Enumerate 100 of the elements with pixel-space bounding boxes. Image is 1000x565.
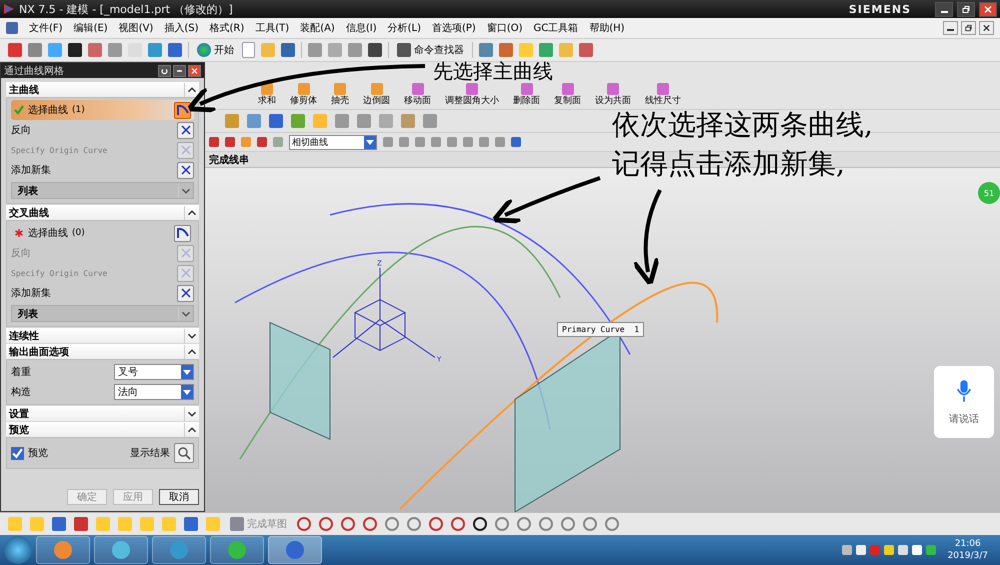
toolbar-icon[interactable] bbox=[74, 517, 88, 531]
toolbar-icon[interactable] bbox=[499, 43, 513, 57]
close-button[interactable] bbox=[979, 2, 997, 16]
menu-item[interactable]: 分析(L) bbox=[388, 21, 421, 35]
toolbar-icon[interactable] bbox=[539, 43, 553, 57]
tray-icon[interactable] bbox=[912, 545, 922, 555]
ribbon-button[interactable]: 复制面 bbox=[551, 83, 584, 106]
dialog-button[interactable]: 取消 bbox=[159, 489, 199, 505]
close-button[interactable] bbox=[188, 64, 201, 76]
list-toggle[interactable]: 列表 bbox=[11, 305, 194, 322]
sketch-tool-icon[interactable] bbox=[473, 517, 487, 531]
toolbar-icon[interactable] bbox=[379, 114, 393, 128]
ribbon-button[interactable]: 求和 bbox=[255, 83, 279, 106]
menu-item[interactable]: 视图(V) bbox=[118, 21, 154, 35]
section-header[interactable]: 连续性 bbox=[6, 328, 199, 343]
start-orb-icon[interactable] bbox=[4, 536, 32, 564]
menu-item[interactable]: 首选项(P) bbox=[432, 21, 476, 35]
section-header[interactable]: 输出曲面选项 bbox=[6, 344, 199, 359]
ribbon-button[interactable]: 设为共面 bbox=[592, 83, 634, 106]
taskbar-app-button[interactable] bbox=[152, 536, 206, 564]
toolbar-icon[interactable] bbox=[269, 114, 283, 128]
menu-item[interactable]: 帮助(H) bbox=[589, 21, 625, 35]
toolbar-icon[interactable] bbox=[8, 43, 22, 57]
tray-icon[interactable] bbox=[842, 545, 852, 555]
toolbar-icon[interactable] bbox=[88, 43, 102, 57]
dropdown-field[interactable]: 法向 bbox=[114, 384, 194, 400]
toolbar-icon[interactable] bbox=[423, 114, 437, 128]
toolbar-icon[interactable] bbox=[357, 114, 371, 128]
toolbar-icon[interactable] bbox=[148, 43, 162, 57]
section-header[interactable]: 交叉曲线 bbox=[6, 205, 199, 220]
ribbon-button[interactable]: 移动面 bbox=[401, 83, 434, 106]
toolbar-icon[interactable] bbox=[48, 43, 62, 57]
action-icon[interactable] bbox=[177, 122, 194, 138]
menu-item[interactable]: GC工具箱 bbox=[534, 21, 578, 35]
ribbon-button[interactable]: 边倒圆 bbox=[360, 83, 393, 106]
toolbar-icon[interactable] bbox=[52, 517, 66, 531]
ribbon-button[interactable]: 线性尺寸 bbox=[642, 83, 684, 106]
taskbar-app-button[interactable] bbox=[94, 536, 148, 564]
section-header[interactable]: 主曲线 bbox=[6, 82, 199, 97]
ribbon-button[interactable]: 修剪体 bbox=[287, 83, 320, 106]
restore-button[interactable] bbox=[957, 2, 975, 16]
menu-item[interactable]: 窗口(O) bbox=[486, 21, 523, 35]
toolbar-icon[interactable] bbox=[579, 43, 593, 57]
toolbar-icon[interactable] bbox=[68, 43, 82, 57]
toolbar-icon[interactable] bbox=[28, 43, 42, 57]
tray-icon[interactable] bbox=[898, 545, 908, 555]
minimize-button[interactable] bbox=[935, 2, 953, 16]
toolbar-icon[interactable] bbox=[308, 43, 322, 57]
preview-checkbox[interactable] bbox=[11, 446, 24, 460]
taskbar-app-button[interactable] bbox=[268, 536, 322, 564]
menu-item[interactable]: 文件(F) bbox=[29, 21, 63, 35]
toolbar-icon[interactable] bbox=[291, 114, 305, 128]
toolbar-icon[interactable] bbox=[401, 114, 415, 128]
menu-item[interactable]: 插入(S) bbox=[164, 21, 198, 35]
section-header[interactable]: 设置 bbox=[6, 406, 199, 421]
minimize-button[interactable] bbox=[173, 64, 186, 76]
menu-item[interactable]: 格式(R) bbox=[210, 21, 244, 35]
toolbar-icon[interactable] bbox=[168, 43, 182, 57]
curve-select-icon[interactable] bbox=[174, 224, 191, 242]
toolbar-icon[interactable] bbox=[335, 114, 349, 128]
taskbar-app-button[interactable] bbox=[210, 536, 264, 564]
restore-button[interactable] bbox=[961, 21, 976, 35]
toolbar-icon[interactable] bbox=[479, 43, 493, 57]
curve-select-icon[interactable] bbox=[174, 102, 191, 118]
search-icon[interactable] bbox=[174, 443, 194, 463]
close-button[interactable] bbox=[979, 21, 994, 35]
command-finder-button[interactable]: 命令查找器 bbox=[395, 43, 466, 57]
toolbar-icon[interactable] bbox=[328, 43, 342, 57]
select-curve-row[interactable]: 选择曲线 (1) bbox=[11, 100, 194, 120]
ribbon-button[interactable]: 抽壳 bbox=[328, 83, 352, 106]
select-curve-row[interactable]: 选择曲线 (0) bbox=[11, 223, 194, 243]
curve-rule-dropdown[interactable]: 相切曲线 bbox=[289, 134, 377, 150]
toolbar-icon[interactable] bbox=[348, 43, 362, 57]
toolbar-icon[interactable] bbox=[368, 43, 382, 57]
ribbon-button[interactable]: 调整圆角大小 bbox=[442, 83, 502, 106]
menu-item[interactable]: 信息(I) bbox=[346, 21, 377, 35]
menu-item[interactable]: 编辑(E) bbox=[74, 21, 108, 35]
action-icon[interactable] bbox=[177, 284, 194, 302]
menu-item[interactable]: 工具(T) bbox=[255, 21, 290, 35]
tray-icon[interactable] bbox=[884, 545, 894, 555]
start-button[interactable]: 开始 bbox=[195, 43, 236, 57]
toolbar-icon[interactable] bbox=[184, 517, 198, 531]
toolbar-icon[interactable] bbox=[225, 114, 239, 128]
menu-item[interactable]: 装配(A) bbox=[300, 21, 335, 35]
list-toggle[interactable]: 列表 bbox=[11, 182, 194, 199]
tray-icon[interactable] bbox=[856, 545, 866, 555]
tray-icon[interactable] bbox=[926, 545, 936, 555]
dropdown-field[interactable]: 叉号 bbox=[114, 364, 194, 380]
ribbon-button[interactable]: 删除面 bbox=[510, 83, 543, 106]
minimize-button[interactable] bbox=[943, 21, 958, 35]
section-header[interactable]: 预览 bbox=[6, 422, 199, 437]
reset-button[interactable] bbox=[158, 64, 171, 76]
action-icon[interactable] bbox=[177, 162, 194, 178]
toolbar-icon[interactable] bbox=[247, 114, 261, 128]
clock[interactable]: 21:06 2019/3/7 bbox=[940, 538, 996, 562]
new-file-icon[interactable] bbox=[242, 42, 255, 58]
toolbar-icon[interactable] bbox=[108, 43, 122, 57]
taskbar-app-button[interactable] bbox=[36, 536, 90, 564]
voice-input-widget[interactable]: 请说话 bbox=[934, 366, 994, 438]
feature-icon bbox=[334, 83, 346, 95]
